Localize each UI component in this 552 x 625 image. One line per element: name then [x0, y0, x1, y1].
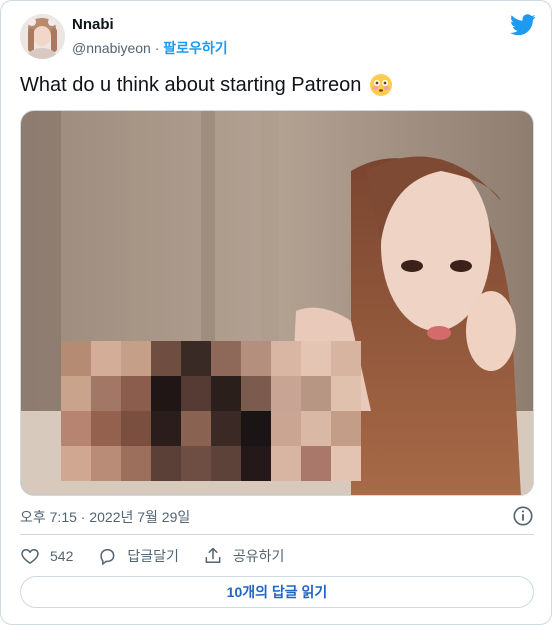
reply-label: 답글달기: [127, 548, 179, 564]
like-button[interactable]: 542: [20, 546, 73, 566]
tweet-card: Nnabi @nnabiyeon · 팔로우하기 What do u think…: [0, 0, 552, 625]
follow-button[interactable]: 팔로우하기: [163, 40, 227, 56]
user-handle[interactable]: @nnabiyeon: [72, 40, 151, 56]
separator-dot: ·: [154, 40, 160, 56]
reply-icon: [100, 549, 115, 566]
tweet-text: What do u think about starting Patreon: [20, 73, 362, 96]
action-bar: 542 답글달기 공유하기: [20, 543, 308, 569]
flushed-face-icon: [370, 74, 393, 96]
handle-row: @nnabiyeon · 팔로우하기: [72, 38, 228, 58]
twitter-bird-icon[interactable]: [510, 14, 536, 36]
display-name[interactable]: Nnabi: [72, 16, 114, 33]
heart-icon: [21, 548, 39, 564]
share-icon: [205, 547, 221, 563]
tweet-timestamp[interactable]: 오후 7:15 · 2022년 7월 29일: [20, 507, 190, 527]
share-label: 공유하기: [232, 548, 285, 564]
tweet-text-row: What do u think about starting Patreon: [20, 73, 393, 97]
avatar[interactable]: [20, 14, 65, 59]
tweet-photo[interactable]: [20, 110, 534, 496]
share-button[interactable]: 공유하기: [203, 546, 285, 566]
pixelated-censor: [61, 341, 361, 481]
read-replies-button[interactable]: 10개의 답글 읽기: [20, 576, 534, 608]
divider: [20, 534, 534, 535]
reply-button[interactable]: 답글달기: [97, 546, 179, 566]
info-icon[interactable]: [512, 505, 534, 527]
like-count: 542: [50, 548, 74, 564]
